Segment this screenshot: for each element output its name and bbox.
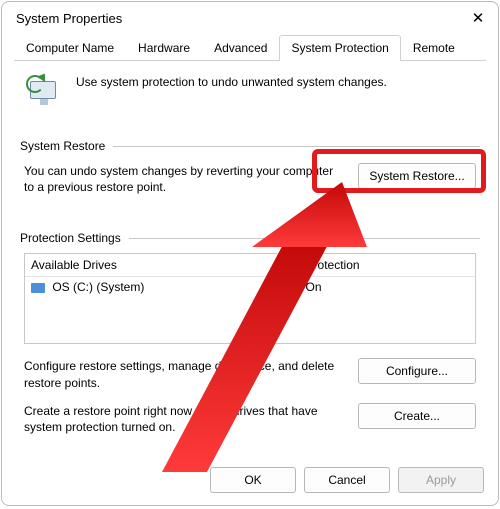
tab-remote[interactable]: Remote — [401, 35, 467, 61]
intro-row: Use system protection to undo unwanted s… — [20, 71, 480, 125]
create-button[interactable]: Create... — [358, 403, 476, 429]
drive-protection: On — [300, 277, 475, 297]
drive-icon — [31, 283, 45, 293]
system-properties-window: System Properties ✕ Computer Name Hardwa… — [1, 1, 499, 506]
divider — [113, 146, 480, 147]
tab-advanced[interactable]: Advanced — [202, 35, 279, 61]
tab-panel: Use system protection to undo unwanted s… — [14, 60, 486, 457]
group-title-protection: Protection Settings — [20, 231, 121, 245]
titlebar: System Properties ✕ — [2, 2, 498, 30]
dialog-button-bar: OK Cancel Apply — [2, 457, 498, 505]
ok-button[interactable]: OK — [210, 467, 296, 493]
window-title: System Properties — [16, 11, 122, 26]
restore-desc: You can undo system changes by reverting… — [24, 163, 346, 195]
create-desc: Create a restore point right now for the… — [24, 403, 346, 435]
drive-name: OS (C:) (System) — [52, 280, 144, 294]
divider — [129, 238, 480, 239]
group-system-restore: System Restore You can undo system chang… — [20, 139, 480, 203]
apply-button[interactable]: Apply — [398, 467, 484, 493]
col-header-protection: Protection — [300, 254, 475, 277]
drives-header: Available Drives Protection — [25, 254, 475, 277]
cancel-button[interactable]: Cancel — [304, 467, 390, 493]
table-row[interactable]: OS (C:) (System) On — [25, 277, 475, 297]
tab-system-protection[interactable]: System Protection — [279, 35, 400, 61]
tab-hardware[interactable]: Hardware — [126, 35, 202, 61]
system-protection-icon — [26, 75, 62, 111]
intro-text: Use system protection to undo unwanted s… — [76, 75, 387, 89]
tab-computer-name[interactable]: Computer Name — [14, 35, 126, 61]
close-icon[interactable]: ✕ — [470, 10, 486, 26]
configure-desc: Configure restore settings, manage disk … — [24, 358, 346, 390]
configure-button[interactable]: Configure... — [358, 358, 476, 384]
system-restore-button[interactable]: System Restore... — [358, 163, 476, 189]
group-title-restore: System Restore — [20, 139, 105, 153]
tab-strip: Computer Name Hardware Advanced System P… — [2, 30, 498, 60]
col-header-drive: Available Drives — [25, 254, 300, 277]
group-protection-settings: Protection Settings Available Drives Pro… — [20, 231, 480, 437]
drives-table: Available Drives Protection OS (C:) (Sys… — [24, 253, 476, 344]
